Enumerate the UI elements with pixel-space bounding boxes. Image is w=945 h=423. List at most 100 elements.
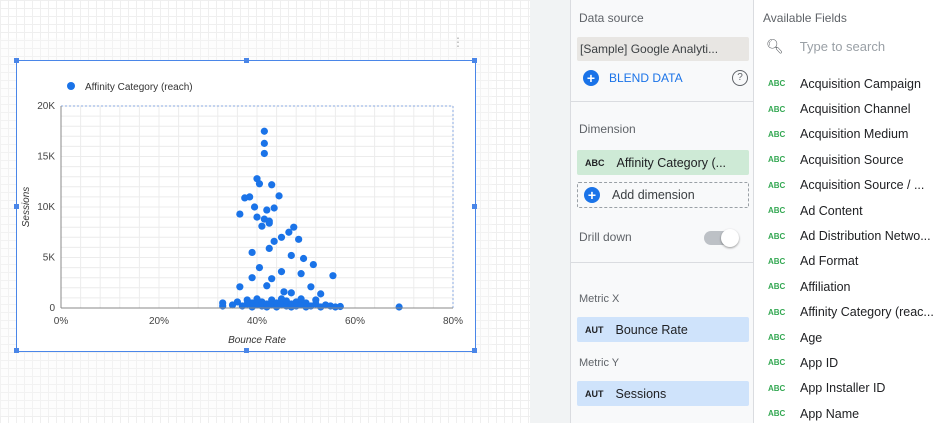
abc-type-icon: ABC — [768, 129, 786, 139]
field-name: App ID — [800, 355, 839, 370]
scatter-points — [219, 127, 403, 311]
scatter-point[interactable] — [255, 180, 264, 188]
field-item[interactable]: ABC Affinity Category (reac... — [754, 300, 945, 325]
scatter-point[interactable] — [287, 289, 295, 297]
scatter-point[interactable] — [287, 251, 295, 260]
field-item[interactable]: ABC Acquisition Medium — [754, 122, 945, 147]
scatter-point[interactable] — [236, 210, 244, 218]
scatter-point[interactable] — [309, 260, 317, 269]
abc-type-icon: ABC — [585, 157, 605, 168]
field-name: Acquisition Source — [800, 152, 904, 167]
y-tick-label: 5K — [43, 253, 56, 264]
metric-y-label: Metric Y — [579, 357, 620, 369]
scatter-point[interactable] — [248, 248, 256, 257]
scatter-point[interactable] — [336, 302, 344, 311]
resize-handle-mr[interactable] — [472, 204, 477, 209]
help-icon[interactable]: ? — [732, 70, 748, 86]
y-tick-label: 20K — [37, 101, 55, 112]
resize-handle-tm[interactable] — [244, 58, 249, 63]
scatter-point[interactable] — [275, 192, 283, 200]
dimension-label: Dimension — [579, 122, 636, 136]
scatter-point[interactable] — [258, 222, 266, 230]
field-item[interactable]: ABC Acquisition Source — [754, 147, 945, 172]
field-name: Affinity Category (reac... — [800, 305, 934, 320]
legend-marker — [67, 82, 75, 90]
field-item[interactable]: ABC Ad Content — [754, 198, 945, 223]
plus-circle-icon: + — [583, 70, 599, 86]
aut-type-icon: AUT — [585, 324, 604, 335]
resize-handle-ml[interactable] — [14, 204, 19, 209]
data-source-selector[interactable]: [Sample] Google Analyti... — [577, 37, 749, 61]
scatter-point[interactable] — [260, 149, 268, 158]
scatter-point[interactable] — [255, 264, 264, 272]
report-canvas[interactable]: ⋮ 0 5K 10K 15K 20K 0% 20% 40% 60% 80% Affinity C… — [0, 0, 530, 423]
more-vert-icon[interactable]: ⋮ — [452, 36, 464, 48]
field-name: Ad Content — [800, 203, 863, 218]
add-dimension-button[interactable]: + Add dimension — [577, 182, 749, 208]
abc-type-icon: ABC — [768, 155, 786, 165]
scatter-point[interactable] — [297, 270, 305, 278]
scatter-point[interactable] — [268, 275, 276, 283]
scatter-point[interactable] — [260, 127, 268, 135]
scatter-point[interactable] — [250, 203, 259, 211]
scatter-point[interactable] — [253, 213, 261, 221]
field-item[interactable]: ABC App Name — [754, 401, 945, 423]
scatter-point[interactable] — [265, 219, 273, 227]
scatter-point[interactable] — [395, 303, 403, 311]
dimension-chip-label: Affinity Category (... — [616, 155, 727, 170]
scatter-point[interactable] — [285, 228, 293, 236]
scatter-point[interactable] — [299, 254, 308, 263]
scatter-point[interactable] — [295, 235, 303, 243]
y-axis-ticks: 0 5K 10K 15K 20K — [37, 101, 55, 314]
field-item[interactable]: ABC Acquisition Channel — [754, 96, 945, 121]
field-item[interactable]: ABC Age — [754, 325, 945, 350]
scatter-point[interactable] — [307, 283, 315, 291]
scatter-point[interactable] — [265, 244, 273, 253]
divider — [571, 262, 755, 263]
scatter-point[interactable] — [317, 290, 325, 298]
divider — [571, 101, 755, 102]
field-item[interactable]: ABC Acquisition Source / ... — [754, 173, 945, 198]
data-properties-panel: Data source [Sample] Google Analyti... +… — [570, 0, 755, 423]
field-item[interactable]: ABC Ad Distribution Netwo... — [754, 223, 945, 248]
x-axis-title: Bounce Rate — [228, 335, 286, 346]
scatter-point[interactable] — [312, 296, 320, 304]
field-item[interactable]: ABC App ID — [754, 350, 945, 375]
scatter-point[interactable] — [270, 237, 278, 245]
y-tick-label: 10K — [37, 202, 55, 213]
field-item[interactable]: ABC App Installer ID — [754, 376, 945, 401]
scatter-point[interactable] — [268, 181, 276, 189]
abc-type-icon: ABC — [768, 231, 786, 241]
scatter-point[interactable] — [270, 204, 278, 212]
blend-data-button[interactable]: + BLEND DATA — [583, 68, 683, 88]
field-search-input[interactable] — [799, 39, 940, 54]
dimension-chip[interactable]: ABC Affinity Category (... — [577, 150, 749, 175]
resize-handle-tl[interactable] — [14, 58, 19, 63]
resize-handle-br[interactable] — [472, 348, 477, 353]
field-item[interactable]: ABC Ad Format — [754, 249, 945, 274]
scatter-point[interactable] — [280, 288, 288, 296]
metric-y-chip-label: Sessions — [615, 386, 667, 401]
scatter-point[interactable] — [329, 272, 337, 280]
scatter-point[interactable] — [277, 233, 286, 241]
metric-x-chip[interactable]: AUT Bounce Rate — [577, 317, 749, 342]
resize-handle-bm[interactable] — [244, 348, 249, 353]
scatter-point[interactable] — [263, 282, 271, 290]
scatter-chart[interactable]: 0 5K 10K 15K 20K 0% 20% 40% 60% 80% Affinity Cat… — [14, 58, 477, 353]
drill-down-toggle[interactable] — [704, 229, 739, 247]
abc-type-icon: ABC — [768, 256, 786, 266]
field-item[interactable]: ABC Acquisition Campaign — [754, 71, 945, 96]
scatter-point[interactable] — [263, 206, 271, 214]
scatter-point[interactable] — [277, 268, 286, 276]
scatter-point[interactable] — [260, 139, 268, 147]
metric-y-chip[interactable]: AUT Sessions — [577, 381, 749, 406]
abc-type-icon: ABC — [768, 307, 786, 317]
scatter-point[interactable] — [236, 283, 244, 291]
resize-handle-tr[interactable] — [472, 58, 477, 63]
x-axis-ticks: 0% 20% 40% 60% 80% — [54, 316, 463, 327]
scatter-point[interactable] — [241, 194, 249, 202]
field-item[interactable]: ABC Affiliation — [754, 274, 945, 299]
scatter-point[interactable] — [248, 274, 256, 282]
search-icon: 🔍︎ — [766, 38, 784, 54]
resize-handle-bl[interactable] — [14, 348, 19, 353]
